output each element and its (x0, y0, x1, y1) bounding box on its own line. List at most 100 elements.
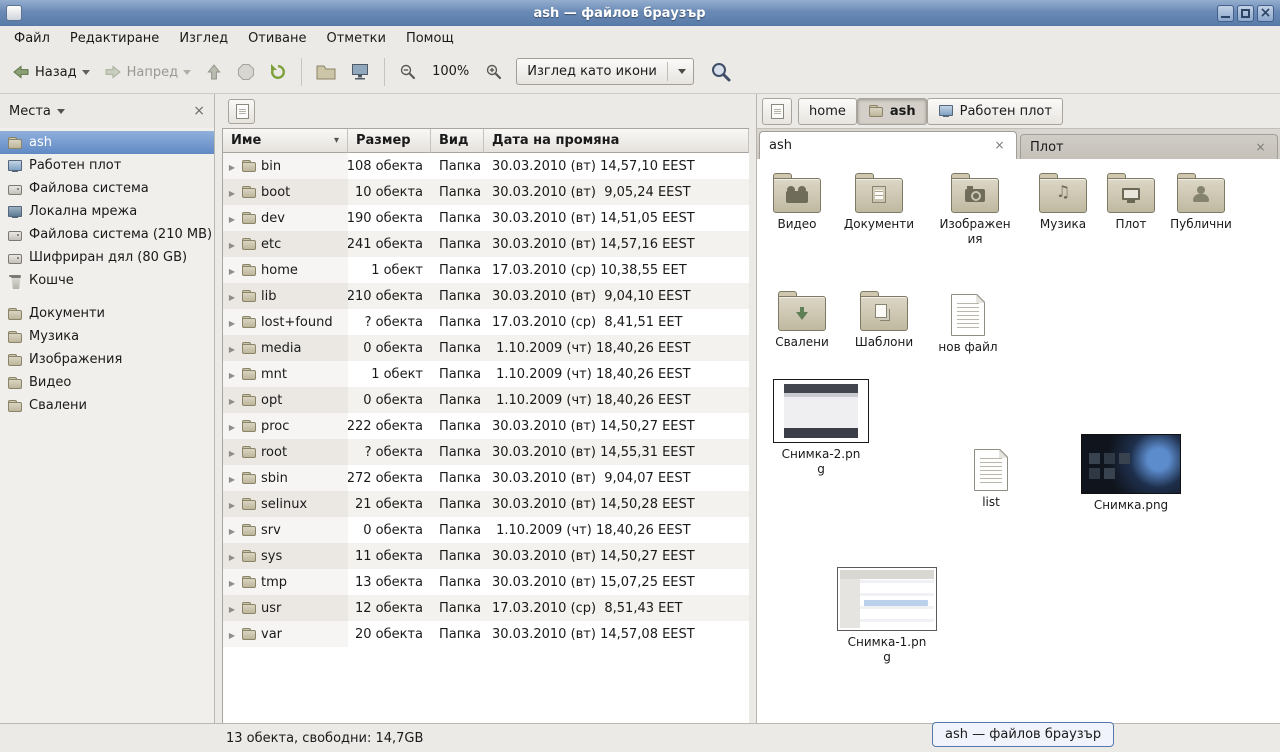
sidebar-place-item[interactable]: Файлова система (210 MB) (0, 223, 214, 246)
column-header-date[interactable]: Дата на промяна (484, 129, 749, 153)
menu-item[interactable]: Помощ (396, 28, 464, 49)
table-row[interactable]: media 0 обекта Папка 1.10.2009 (чт) 18,4… (223, 335, 749, 361)
table-row[interactable]: sbin 272 обекта Папка 30.03.2010 (вт) 9,… (223, 465, 749, 491)
computer-button[interactable] (344, 58, 376, 85)
location-toggle-button[interactable] (762, 98, 792, 125)
expander-icon[interactable] (227, 549, 237, 564)
expander-icon[interactable] (227, 211, 237, 226)
table-row[interactable]: sys 11 обекта Папка 30.03.2010 (вт) 14,5… (223, 543, 749, 569)
icon-view-item[interactable]: Видео (757, 173, 837, 232)
icon-view-item[interactable]: Публични (1161, 173, 1241, 232)
taskbar-window-button[interactable]: ash — файлов браузър (932, 722, 1114, 747)
titlebar[interactable]: ash — файлов браузър (0, 0, 1280, 26)
stop-button[interactable] (231, 58, 261, 86)
tab-close-icon[interactable] (1253, 140, 1268, 155)
icon-view-item[interactable]: list (951, 449, 1031, 510)
expander-icon[interactable] (227, 627, 237, 642)
expander-icon[interactable] (227, 419, 237, 434)
expander-icon[interactable] (227, 523, 237, 538)
menu-item[interactable]: Файл (4, 28, 60, 49)
sidebar-bookmark-item[interactable]: Видео (0, 371, 214, 394)
menu-item[interactable]: Редактиране (60, 28, 169, 49)
table-row[interactable]: usr 12 обекта Папка 17.03.2010 (ср) 8,51… (223, 595, 749, 621)
icon-view-item[interactable]: Снимка-1.png (835, 567, 939, 665)
table-row[interactable]: srv 0 обекта Папка 1.10.2009 (чт) 18,40,… (223, 517, 749, 543)
table-row[interactable]: bin 108 обекта Папка 30.03.2010 (вт) 14,… (223, 153, 749, 179)
table-row[interactable]: proc 222 обекта Папка 30.03.2010 (вт) 14… (223, 413, 749, 439)
zoom-in-button[interactable] (479, 58, 508, 85)
breadcrumb-button[interactable]: ash (857, 98, 927, 125)
sidebar-bookmark-item[interactable]: Документи (0, 302, 214, 325)
sidebar-place-item[interactable]: Шифриран дял (80 GB) (0, 246, 214, 269)
location-toggle-button[interactable] (228, 99, 255, 124)
sidebar-close-icon[interactable] (193, 104, 205, 118)
sidebar-place-item[interactable]: Файлова система (0, 177, 214, 200)
sidebar-dropdown-icon[interactable] (57, 109, 65, 118)
expander-icon[interactable] (227, 497, 237, 512)
icon-view-item[interactable]: Свалени (762, 291, 842, 350)
column-header-type[interactable]: Вид (431, 129, 484, 153)
minimize-button[interactable] (1217, 5, 1234, 22)
close-button[interactable] (1257, 5, 1274, 22)
column-header-name[interactable]: Име (223, 129, 348, 153)
expander-icon[interactable] (227, 575, 237, 590)
table-row[interactable]: opt 0 обекта Папка 1.10.2009 (чт) 18,40,… (223, 387, 749, 413)
tab[interactable]: Плот (1020, 134, 1278, 159)
sidebar-place-item[interactable]: Работен плот (0, 154, 214, 177)
sidebar-place-item[interactable]: ash (0, 131, 214, 154)
table-row[interactable]: tmp 13 обекта Папка 30.03.2010 (вт) 15,0… (223, 569, 749, 595)
icon-view-item[interactable]: Снимка-2.png (769, 379, 873, 477)
maximize-button[interactable] (1237, 5, 1254, 22)
menu-item[interactable]: Отметки (316, 28, 395, 49)
forward-button[interactable]: Напред (98, 58, 197, 86)
breadcrumb-button[interactable]: Работен плот (927, 98, 1063, 125)
expander-icon[interactable] (227, 341, 237, 356)
icon-view-item[interactable]: Документи (839, 173, 919, 232)
table-row[interactable]: root ? обекта Папка 30.03.2010 (вт) 14,5… (223, 439, 749, 465)
column-header-size[interactable]: Размер (348, 129, 431, 153)
icon-view-item[interactable]: Шаблони (844, 291, 924, 350)
table-row[interactable]: home 1 обект Папка 17.03.2010 (ср) 10,38… (223, 257, 749, 283)
icon-view-item[interactable]: нов файл (928, 294, 1008, 355)
table-row[interactable]: lib 210 обекта Папка 30.03.2010 (вт) 9,0… (223, 283, 749, 309)
zoom-out-button[interactable] (393, 58, 422, 85)
sidebar-bookmark-item[interactable]: Свалени (0, 394, 214, 417)
sidebar-place-item[interactable]: Кошче (0, 269, 214, 292)
sidebar-header[interactable]: Места (0, 94, 214, 128)
table-row[interactable]: boot 10 обекта Папка 30.03.2010 (вт) 9,0… (223, 179, 749, 205)
expander-icon[interactable] (227, 367, 237, 382)
tab-close-icon[interactable] (992, 138, 1007, 153)
tab[interactable]: ash (759, 131, 1017, 159)
expander-icon[interactable] (227, 601, 237, 616)
expander-icon[interactable] (227, 445, 237, 460)
view-mode-combobox[interactable]: Изглед като икони (516, 58, 694, 85)
search-button[interactable] (704, 56, 738, 88)
expander-icon[interactable] (227, 237, 237, 252)
sidebar-bookmark-item[interactable]: Музика (0, 325, 214, 348)
icon-view-item[interactable]: Изображения (935, 173, 1015, 247)
menu-item[interactable]: Отиване (238, 28, 316, 49)
icon-view-canvas[interactable]: Видео Документи Изображения (757, 159, 1280, 723)
expander-icon[interactable] (227, 471, 237, 486)
table-row[interactable]: lost+found ? обекта Папка 17.03.2010 (ср… (223, 309, 749, 335)
expander-icon[interactable] (227, 315, 237, 330)
table-row[interactable]: var 20 обекта Папка 30.03.2010 (вт) 14,5… (223, 621, 749, 647)
forward-dropdown-icon[interactable] (183, 70, 191, 79)
up-button[interactable] (199, 58, 229, 86)
menu-item[interactable]: Изглед (169, 28, 238, 49)
sidebar-bookmark-item[interactable]: Изображения (0, 348, 214, 371)
table-row[interactable]: dev 190 обекта Папка 30.03.2010 (вт) 14,… (223, 205, 749, 231)
pane-resize-handle[interactable] (749, 94, 756, 723)
back-dropdown-icon[interactable] (82, 70, 90, 79)
expander-icon[interactable] (227, 263, 237, 278)
breadcrumb-button[interactable]: home (798, 98, 857, 125)
table-row[interactable]: selinux 21 обекта Папка 30.03.2010 (вт) … (223, 491, 749, 517)
reload-button[interactable] (263, 58, 293, 86)
pane-resize-handle[interactable] (215, 94, 222, 723)
back-button[interactable]: Назад (6, 58, 96, 86)
table-row[interactable]: etc 241 обекта Папка 30.03.2010 (вт) 14,… (223, 231, 749, 257)
expander-icon[interactable] (227, 289, 237, 304)
sidebar-place-item[interactable]: Локална мрежа (0, 200, 214, 223)
icon-view-item[interactable]: Плот (1091, 173, 1171, 232)
home-folder-button[interactable] (310, 58, 342, 85)
